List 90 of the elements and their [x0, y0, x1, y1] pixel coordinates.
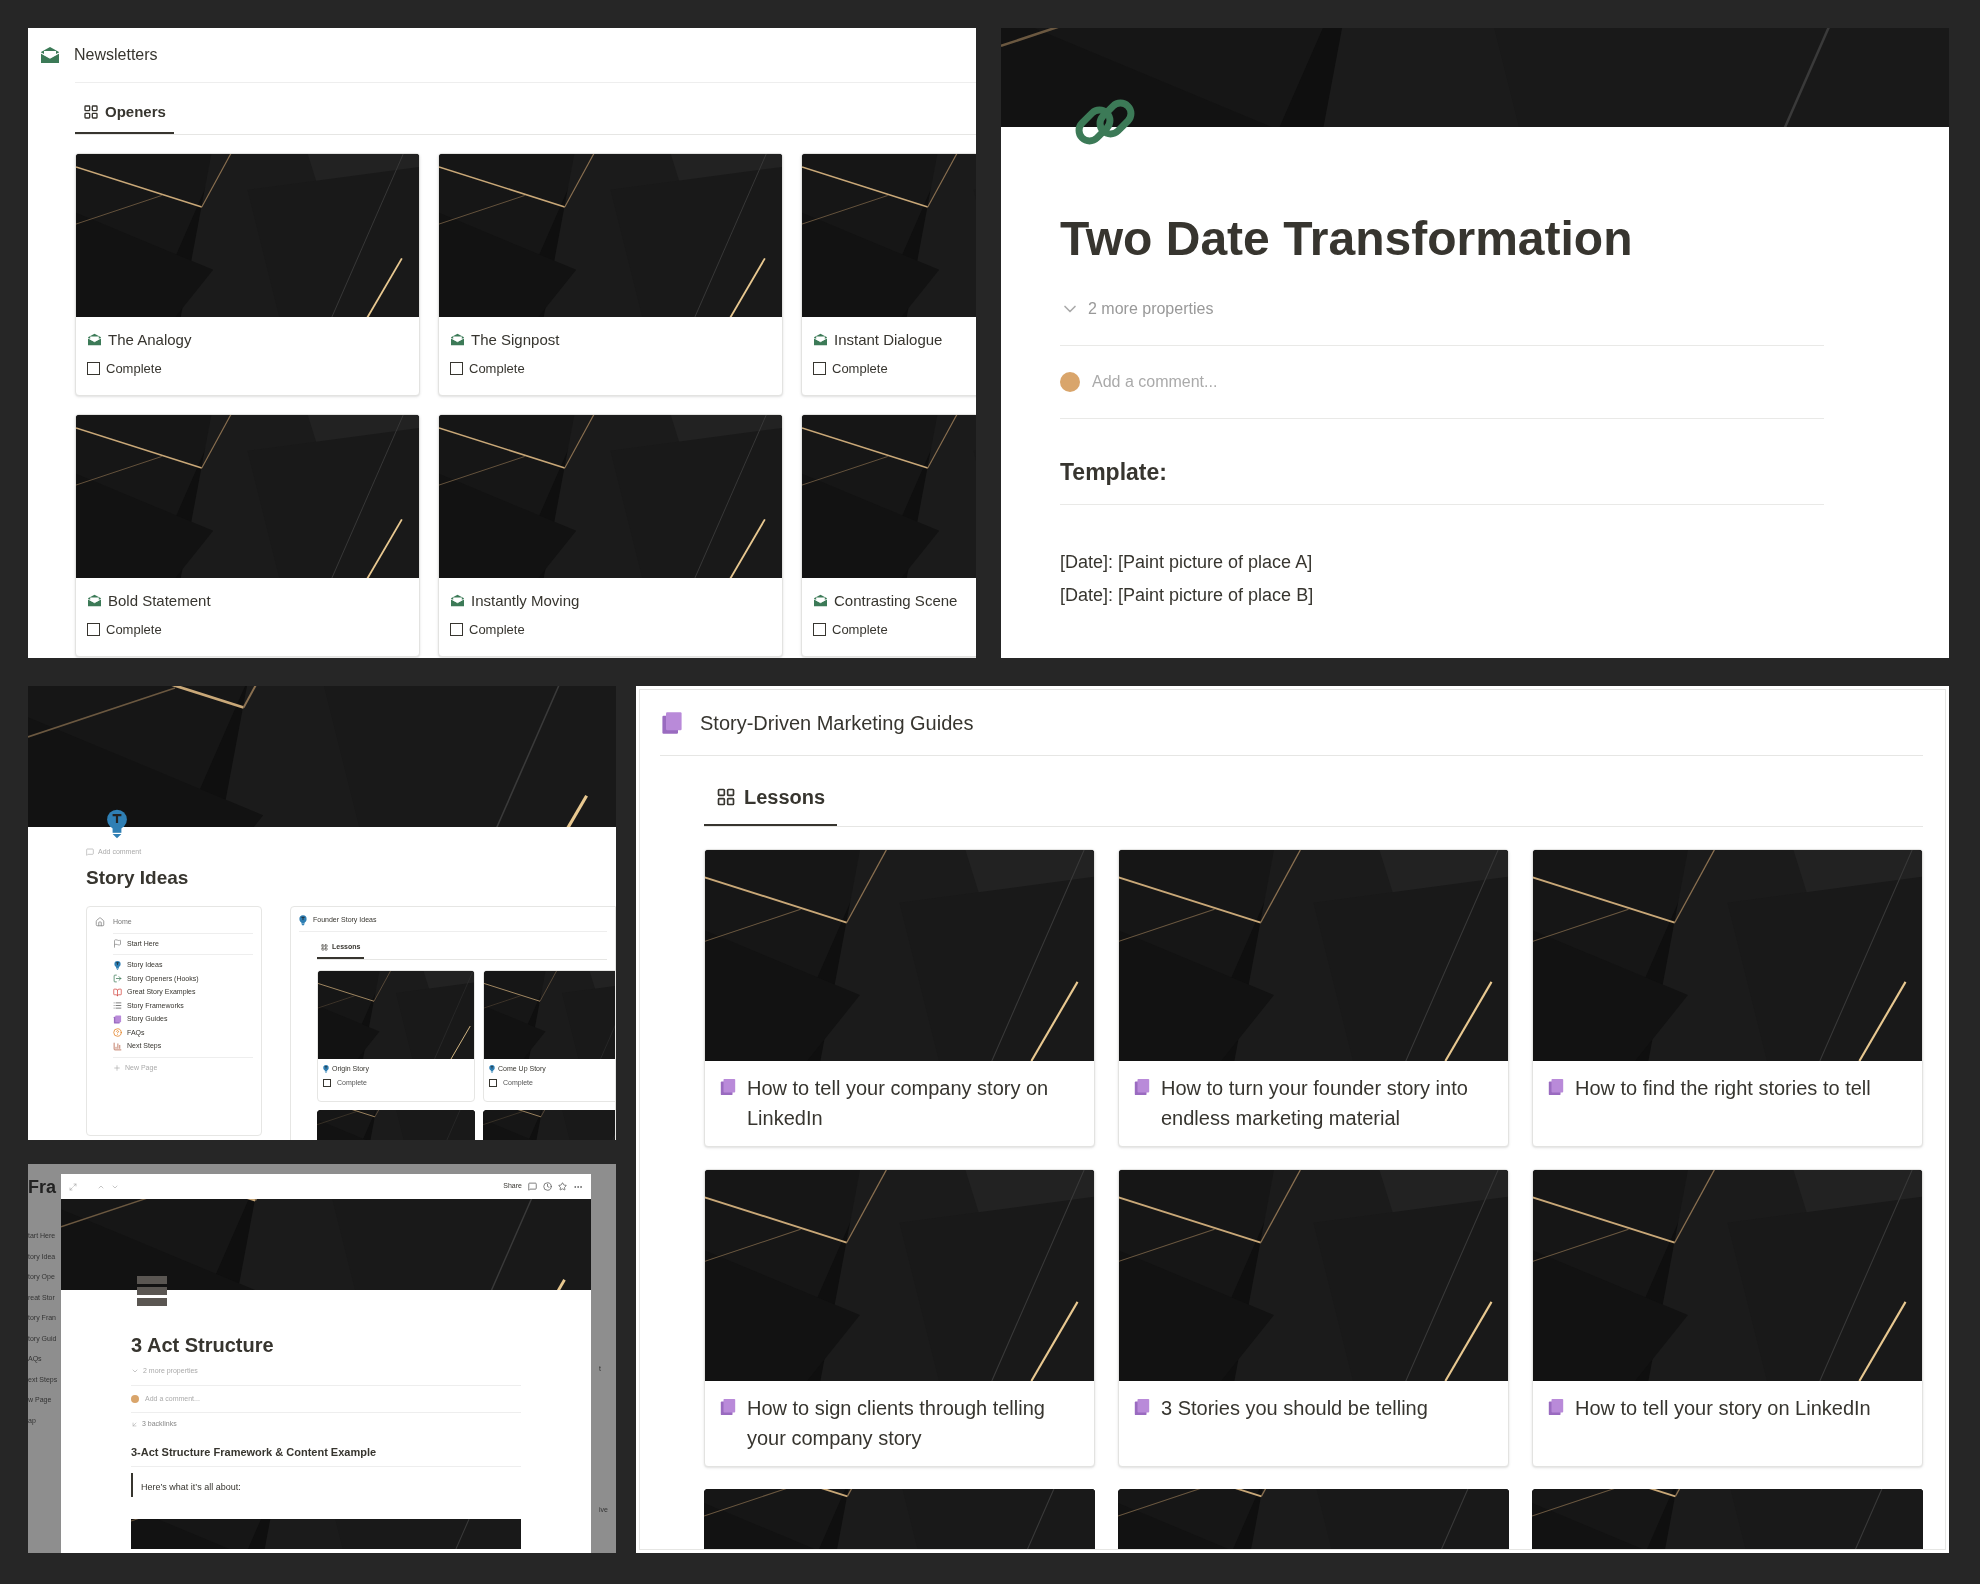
card-title: The Analogy [108, 329, 192, 350]
pages-icon [719, 1398, 737, 1416]
list-icon [113, 1001, 122, 1011]
envelope-icon [450, 594, 465, 608]
avatar [131, 1394, 139, 1403]
checkbox-label: Complete [106, 360, 162, 378]
card-title: Bold Statement [108, 590, 211, 611]
template-line: [Date]: [Paint picture of place A] [1060, 550, 1314, 574]
envelope-icon [813, 333, 828, 347]
pages-icon [1547, 1078, 1565, 1096]
gallery-card[interactable]: Bold Statement Complete [75, 413, 420, 657]
gallery-card[interactable]: Contrasting Scene Complete [801, 413, 976, 657]
flag-icon [113, 939, 122, 949]
checkbox[interactable] [813, 623, 826, 637]
pages-icon [1133, 1078, 1151, 1096]
backlink-icon [131, 1420, 138, 1428]
plus-icon [113, 1063, 121, 1072]
database-title: Story-Driven Marketing Guides [700, 710, 974, 736]
checkbox[interactable] [489, 1079, 497, 1088]
envelope-icon [450, 333, 465, 347]
gallery-card[interactable]: Instantly Moving Complete [438, 413, 783, 657]
page-heading: Fra [28, 1176, 57, 1199]
pages-icon [660, 710, 684, 735]
gallery-card[interactable]: 3 Stories you should be telling [1118, 1169, 1509, 1467]
page-title: Two Date Transformation [1060, 211, 1634, 267]
page-title: 3 Act Structure [131, 1333, 275, 1358]
view-tab[interactable]: Openers [75, 93, 174, 134]
section-heading: Template: [1060, 455, 1824, 505]
template-line: [Date]: [Paint picture of place B] [1060, 583, 1315, 607]
card-title: Instant Dialogue [834, 329, 943, 350]
checkbox-label: Complete [469, 360, 525, 378]
stairs-icon [113, 1041, 122, 1051]
lightbulb-icon [113, 960, 122, 970]
gallery-card[interactable]: The Signpost Complete [438, 152, 783, 396]
checkbox[interactable] [450, 623, 463, 637]
comment-icon[interactable] [528, 1182, 537, 1191]
checkbox[interactable] [87, 623, 100, 637]
lightbulb-icon [299, 915, 307, 926]
checkbox-label: Complete [832, 360, 888, 378]
star-icon[interactable] [558, 1182, 567, 1191]
envelope-icon [87, 333, 102, 347]
checkbox[interactable] [450, 362, 463, 376]
card-title: How to sign clients through telling your company story [747, 1396, 1046, 1451]
clock-icon[interactable] [543, 1182, 552, 1191]
gallery-card[interactable]: How to tell your story on LinkedIn [1532, 1169, 1923, 1467]
grid-icon [716, 787, 736, 807]
card-title: How to tell your company story on LinkedIn [747, 1076, 1050, 1131]
card-title: How to find the right stories to tell [1575, 1076, 1871, 1101]
envelope-icon [40, 46, 60, 64]
lightbulb-icon [106, 809, 128, 839]
card-title: Contrasting Scene [834, 590, 958, 611]
avatar [1060, 372, 1080, 392]
pages-icon [113, 1014, 122, 1024]
card-title: How to turn your founder story into endless marketing material [1161, 1076, 1469, 1131]
lightbulb-icon [489, 1064, 495, 1073]
pages-icon [1547, 1398, 1565, 1416]
gallery-card[interactable]: How to turn your founder story into endless marketing material [1118, 849, 1509, 1147]
checkbox[interactable] [87, 362, 100, 376]
pages-icon [1133, 1398, 1151, 1416]
checkbox[interactable] [323, 1079, 331, 1088]
book-icon [113, 987, 122, 997]
pages-icon [719, 1078, 737, 1096]
stack-icon [137, 1276, 167, 1306]
gallery-card[interactable]: Instant Dialogue Complete [801, 152, 976, 396]
question-icon [113, 1028, 122, 1038]
checkbox-label: Complete [832, 621, 888, 639]
grid-icon [321, 943, 328, 951]
gallery-card[interactable]: How to tell your company story on LinkedIn [704, 849, 1095, 1147]
lightbulb-icon [323, 1064, 329, 1073]
page-title: Story Ideas [86, 865, 190, 890]
view-tab[interactable]: Lessons [704, 770, 838, 826]
envelope-icon [813, 594, 828, 608]
checkbox[interactable] [813, 362, 826, 376]
card-title: Instantly Moving [471, 590, 580, 611]
database-title: Newsletters [74, 45, 158, 65]
card-title: The Signpost [471, 329, 560, 350]
grid-icon [83, 104, 99, 121]
section-heading: 3-Act Structure Framework & Content Example [131, 1443, 521, 1467]
gallery-card[interactable]: How to sign clients through telling your company story [704, 1169, 1095, 1467]
quote-text: Here’s what it’s all about: [141, 1482, 241, 1492]
exit-icon [113, 974, 122, 984]
checkbox-label: Complete [469, 621, 525, 639]
gallery-card[interactable]: How to find the right stories to tell [1532, 849, 1923, 1147]
card-title: How to tell your story on LinkedIn [1575, 1396, 1871, 1421]
comment-icon [86, 848, 94, 857]
gallery-card[interactable]: The Analogy Complete [75, 152, 420, 396]
checkbox-label: Complete [106, 621, 162, 639]
card-title: 3 Stories you should be telling [1161, 1396, 1428, 1421]
envelope-icon [87, 594, 102, 608]
home-icon [95, 917, 105, 928]
